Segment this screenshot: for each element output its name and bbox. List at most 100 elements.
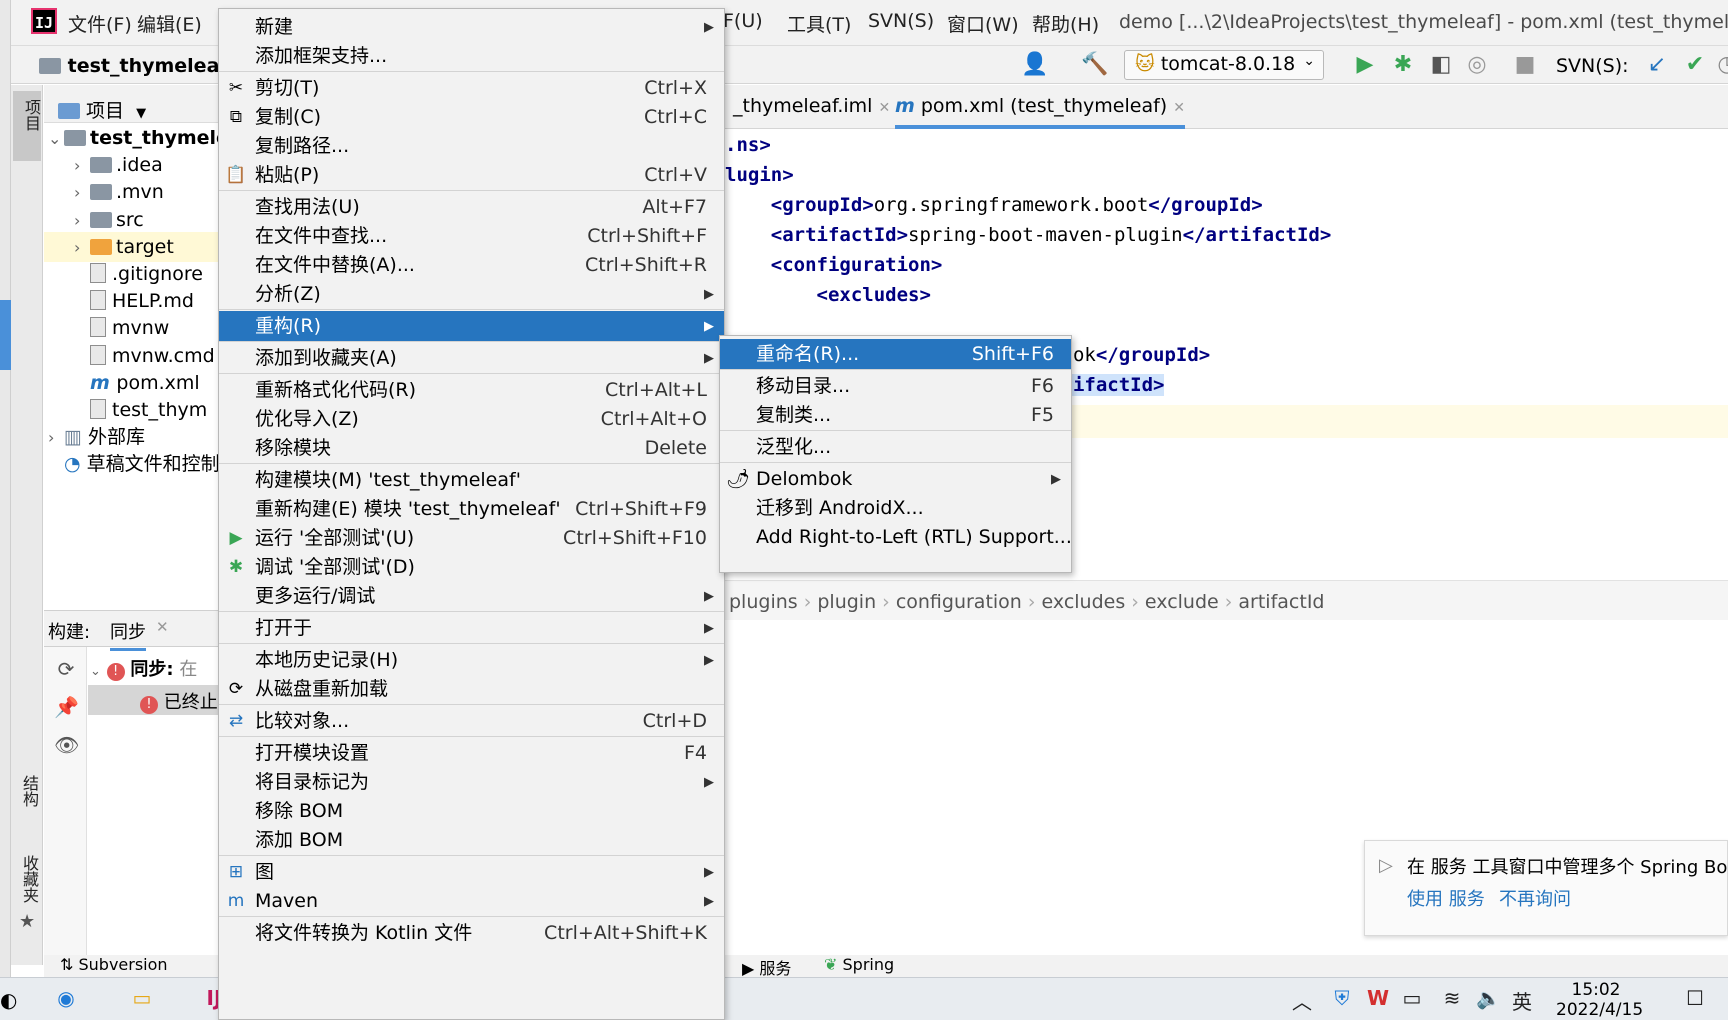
history-icon[interactable]: ◷ [1713, 51, 1728, 79]
close-icon[interactable]: ✕ [879, 100, 891, 116]
user-icon[interactable]: 👤 [1021, 51, 1049, 79]
sub-item-delombok[interactable]: 🌶 Delombok ▶ [720, 464, 1071, 495]
sub-item-1[interactable]: 移动目录... F6 [720, 371, 1071, 402]
shield-icon[interactable]: ⛨ [1330, 986, 1354, 1010]
ctx-item-maven[interactable]: m Maven ▶ [219, 886, 724, 917]
tree-item-item[interactable]: ◔ 草稿文件和控制台 [44, 449, 218, 479]
tree-item-help-md[interactable]: HELP.md [44, 286, 218, 316]
breadcrumb-artifactid[interactable]: artifactId [1238, 591, 1324, 613]
file-explorer-icon[interactable]: ▭ [124, 986, 160, 1010]
project-tool-tab[interactable]: 项目 [13, 91, 41, 161]
sync-tab[interactable]: 同步 [110, 618, 146, 651]
chevron-right-icon[interactable]: › [74, 233, 90, 262]
tree-item-pom-xml[interactable]: m pom.xml [44, 368, 218, 398]
ctx-item-28[interactable]: ⊞ 图 ▶ [219, 857, 724, 888]
ctx-item-19[interactable]: 更多运行/调试 ▶ [219, 581, 724, 612]
ctx-item-0[interactable]: 新建 ▶ [219, 12, 724, 43]
ctx-item-20[interactable]: 打开于 ▶ [219, 613, 724, 644]
tray-expand-icon[interactable]: ︿ [1290, 986, 1314, 1015]
ctx-item-24[interactable]: 打开模块设置 F4 [219, 738, 724, 769]
volume-icon[interactable]: 🔈 [1476, 986, 1501, 1010]
ctx-item-r[interactable]: 重构(R) ▶ [219, 311, 724, 342]
battery-icon[interactable]: ▭ [1400, 986, 1424, 1010]
menu-svn[interactable]: SVN(S) [868, 10, 934, 32]
ime-indicator[interactable]: 英 [1510, 986, 1534, 1015]
chevron-right-icon[interactable]: › [74, 206, 90, 235]
services-tool-tab[interactable]: ▶ 服务 [742, 955, 791, 977]
sub-item-r[interactable]: 重命名(R)... Shift+F6 [720, 339, 1071, 370]
ctx-item-a[interactable]: 添加到收藏夹(A) ▶ [219, 343, 724, 374]
dont-ask-link[interactable]: 不再询问 [1499, 885, 1571, 911]
tree-item-target[interactable]: › target [44, 231, 218, 262]
menu-refactor-partial[interactable]: F(U) [723, 10, 763, 32]
ctx-item-p[interactable]: 📋 粘贴(P) Ctrl+V [219, 160, 724, 191]
breadcrumb-plugins[interactable]: plugins [729, 591, 798, 613]
favorites-tool-tab[interactable]: 收藏夹 [17, 855, 41, 903]
ctx-item-7[interactable]: 在文件中查找... Ctrl+Shift+F [219, 221, 724, 252]
breadcrumb-excludes[interactable]: excludes [1042, 591, 1126, 613]
ctx-item-1[interactable]: 添加框架支持... [219, 41, 724, 72]
start-button[interactable]: ◐ [0, 988, 17, 1012]
build-hammer-icon[interactable]: 🔨 [1081, 51, 1109, 79]
project-panel-header[interactable]: 项目 ▼ [44, 85, 218, 123]
project-breadcrumb[interactable]: test_thymeleaf [39, 55, 228, 77]
sync-row[interactable]: ⌄ ! 同步: 在 [90, 655, 218, 683]
tree-item-mvnw[interactable]: mvnw [44, 313, 218, 343]
menu-window[interactable]: 窗口(W) [947, 10, 1019, 37]
breadcrumb-plugin[interactable]: plugin [817, 591, 876, 613]
profile-icon[interactable]: ◎ [1463, 51, 1491, 79]
menu-tools[interactable]: 工具(T) [787, 10, 851, 37]
chevron-down-icon[interactable]: ⌄ [48, 124, 64, 153]
tab-pom-xml[interactable]: m pom.xml (test_thymeleaf) ✕ [895, 85, 1185, 129]
wifi-icon[interactable]: ≋ [1440, 986, 1464, 1010]
ctx-item-u[interactable]: ▶ 运行 '全部测试'(U) Ctrl+Shift+F10 [219, 523, 724, 554]
ctx-item-22[interactable]: ⟳ 从磁盘重新加载 [219, 674, 724, 705]
close-icon[interactable]: ✕ [156, 618, 169, 636]
tree-item-src[interactable]: › src [44, 205, 218, 235]
ctx-item-z[interactable]: 分析(Z) ▶ [219, 279, 724, 310]
notification-center-icon[interactable]: ☐ [1680, 986, 1710, 1010]
tab-iml[interactable]: _thymeleaf.iml ✕ [733, 95, 890, 117]
sub-item-3[interactable]: 泛型化... [720, 432, 1071, 463]
run-icon[interactable]: ▶ [1351, 51, 1379, 79]
chevron-right-icon[interactable]: › [74, 178, 90, 207]
menu-file[interactable]: 文件(F) [68, 10, 132, 37]
use-services-link[interactable]: 使用 服务 [1407, 885, 1485, 911]
subversion-tool-tab[interactable]: ⇅ Subversion [60, 955, 168, 974]
sub-item-add-right-to-left-rtl-support[interactable]: Add Right-to-Left (RTL) Support... [720, 522, 1072, 553]
ctx-item-a[interactable]: 在文件中替换(A)... Ctrl+Shift+R [219, 250, 724, 281]
ctx-item-25[interactable]: 将目录标记为 ▶ [219, 767, 724, 798]
tree-item-idea[interactable]: › .idea [44, 150, 218, 180]
eye-icon[interactable]: 👁 [54, 733, 79, 757]
wps-icon[interactable]: W [1366, 986, 1390, 1010]
ctx-item-c[interactable]: ⧉ 复制(C) Ctrl+C [219, 102, 724, 133]
refresh-icon[interactable]: ⟳ [54, 657, 78, 681]
breadcrumb-exclude[interactable]: exclude [1145, 591, 1219, 613]
tree-item-mvnw-cmd[interactable]: mvnw.cmd [44, 341, 218, 371]
coverage-icon[interactable]: ◧ [1427, 51, 1455, 79]
ctx-item-e-test-thymeleaf[interactable]: 重新构建(E) 模块 'test_thymeleaf' Ctrl+Shift+F9 [219, 494, 724, 525]
breadcrumb-configuration[interactable]: configuration [896, 591, 1022, 613]
ctx-item-bom[interactable]: 移除 BOM [219, 796, 724, 827]
structure-tool-tab[interactable]: 结构 [17, 775, 41, 807]
stop-icon[interactable]: ■ [1511, 51, 1539, 79]
tree-item-item[interactable]: › ▥ 外部库 [44, 422, 218, 452]
run-configuration-select[interactable]: 🐱 tomcat-8.0.18 ⌄ [1124, 50, 1324, 80]
clock[interactable]: 15:02 2022/4/15 [1556, 980, 1643, 1020]
menu-help[interactable]: 帮助(H) [1032, 10, 1099, 37]
terminated-row[interactable]: ! 已终止 [88, 685, 218, 715]
ctx-item-m-test-thymeleaf[interactable]: 构建模块(M) 'test_thymeleaf' [219, 465, 724, 496]
ctx-item-h[interactable]: 本地历史记录(H) ▶ [219, 645, 724, 676]
ctx-item-z[interactable]: 优化导入(Z) Ctrl+Alt+O [219, 404, 724, 435]
ctx-item-14[interactable]: 移除模块 Delete [219, 433, 724, 464]
ctx-item-4[interactable]: 复制路径... [219, 131, 724, 162]
ctx-item-t[interactable]: ✂ 剪切(T) Ctrl+X [219, 73, 724, 104]
tree-item-test-thym[interactable]: test_thym [44, 395, 218, 425]
pin-icon[interactable]: 📌 [54, 695, 79, 719]
svn-update-icon[interactable]: ↙ [1643, 51, 1671, 79]
ctx-item-r[interactable]: 重新格式化代码(R) Ctrl+Alt+L [219, 375, 724, 406]
ctx-item-kotlin[interactable]: 将文件转换为 Kotlin 文件 Ctrl+Alt+Shift+K [219, 918, 724, 949]
sub-item-androidx[interactable]: 迁移到 AndroidX... [720, 493, 1071, 524]
menu-edit[interactable]: 编辑(E) [137, 10, 202, 37]
tree-item-mvn[interactable]: › .mvn [44, 177, 218, 207]
